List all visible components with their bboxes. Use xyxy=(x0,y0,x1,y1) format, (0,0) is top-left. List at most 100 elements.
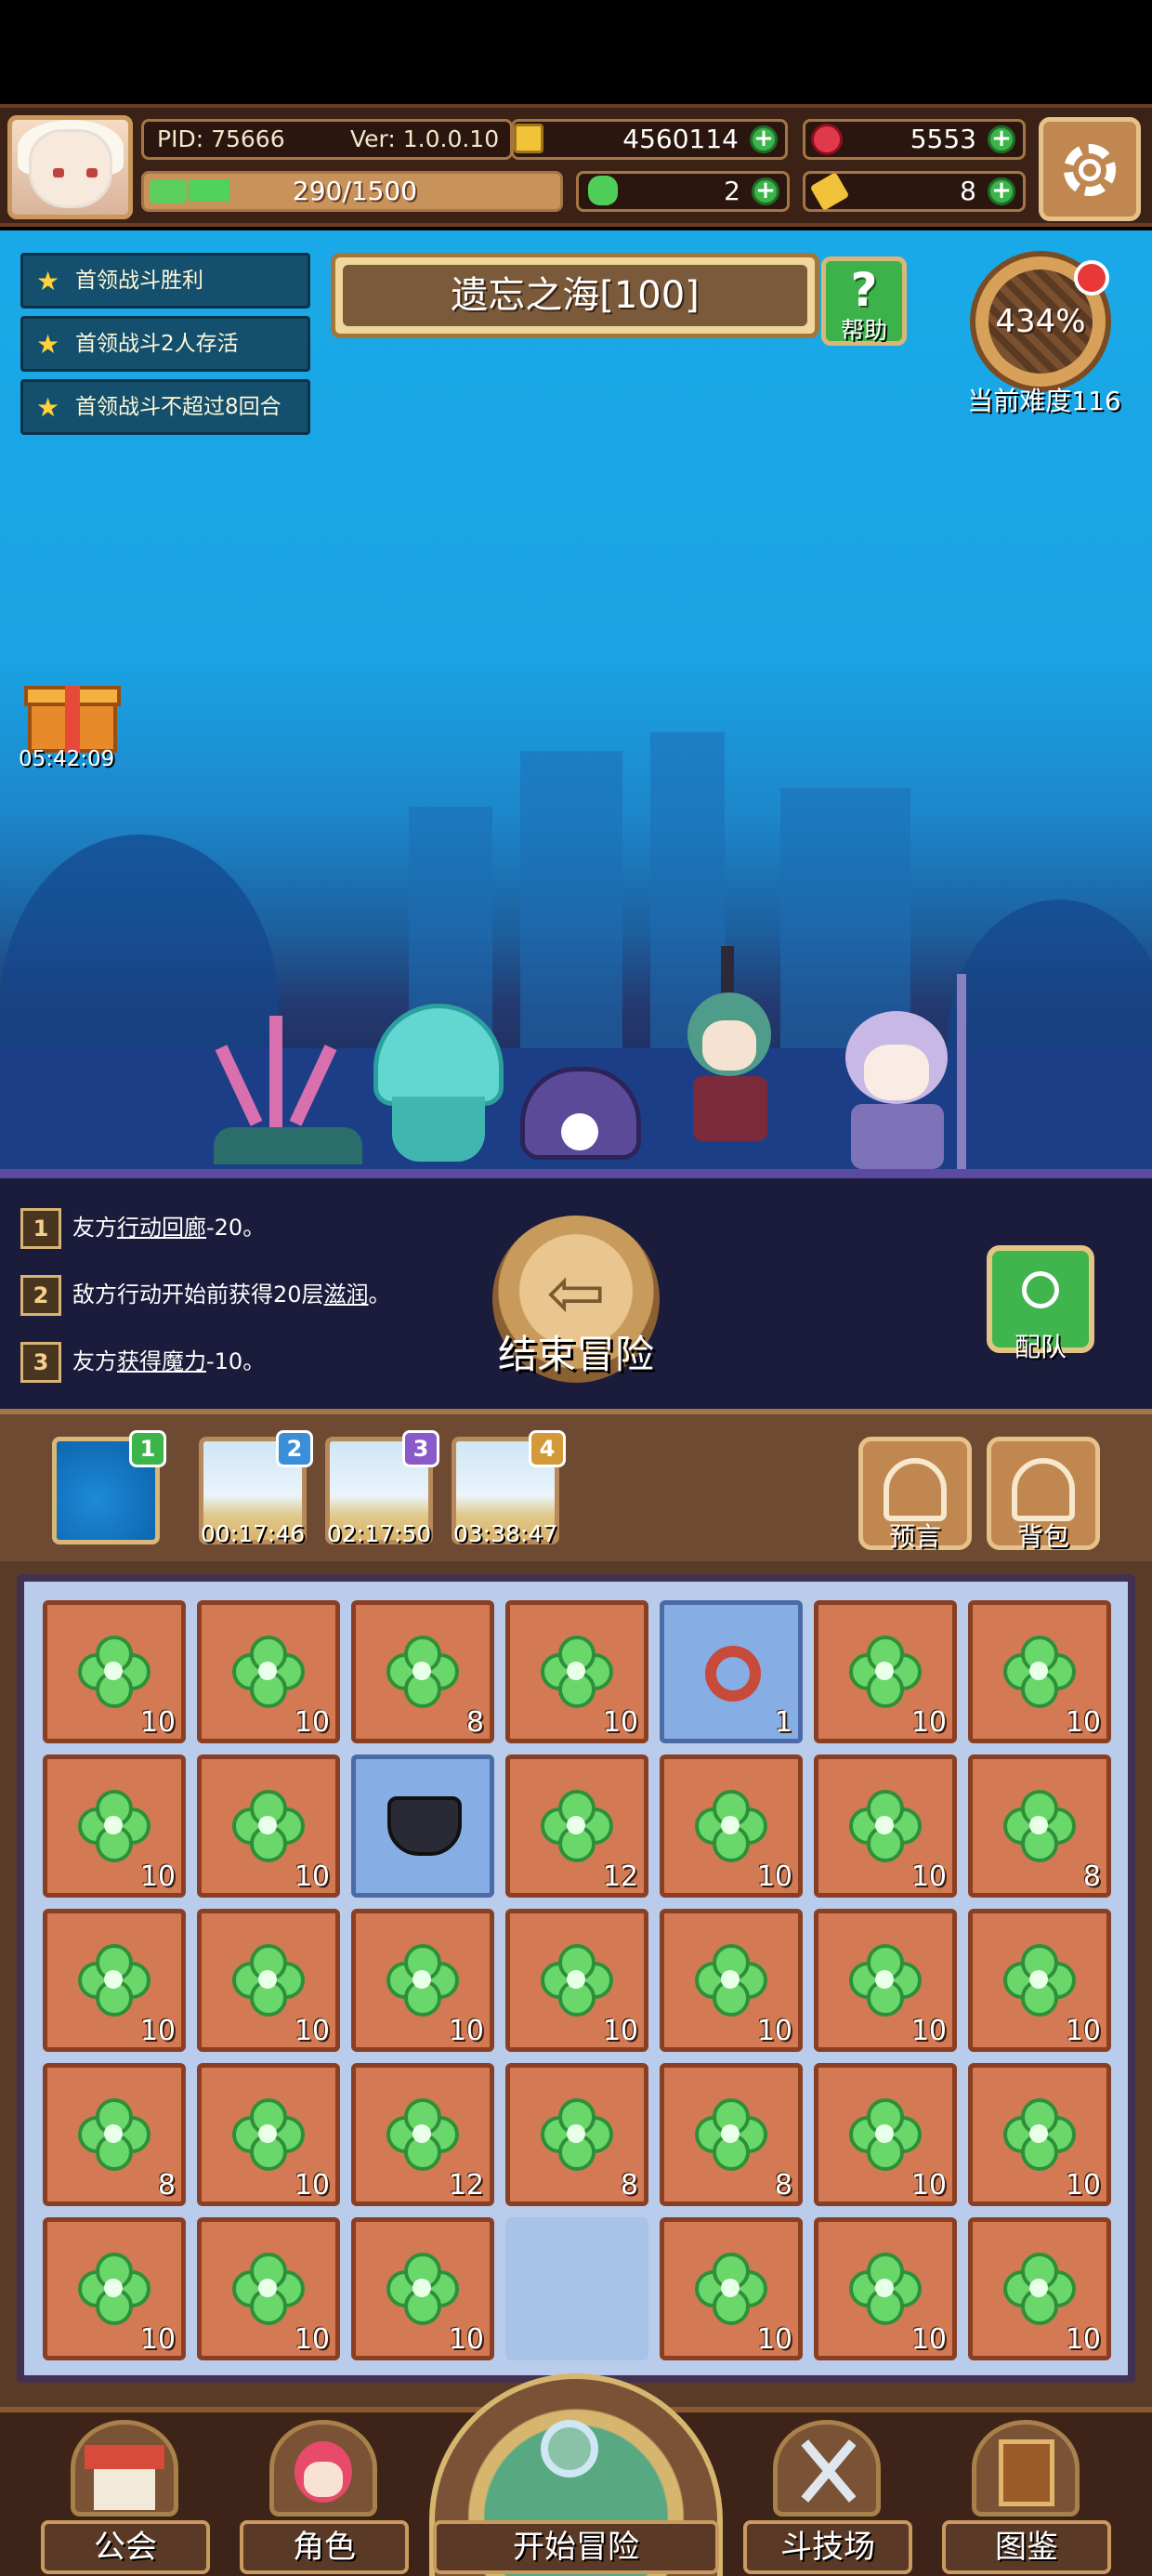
clam-enemy[interactable] xyxy=(520,1058,641,1169)
add-gold-icon[interactable]: + xyxy=(750,125,778,153)
gems-amount: 5553 xyxy=(910,124,976,154)
bottom-nav: 公会 角色 开始冒险 斗技场 图鉴 xyxy=(0,2373,1152,2576)
inventory-slot[interactable]: 10 xyxy=(197,1909,340,2052)
inventory-slot[interactable]: 10 xyxy=(814,1755,957,1898)
item-count: 10 xyxy=(139,2323,176,2356)
inventory-slot[interactable]: 10 xyxy=(660,1909,803,2052)
inventory-slot[interactable]: 10 xyxy=(197,1600,340,1743)
bunny-lancer-hero[interactable] xyxy=(818,974,1003,1169)
inventory-slot[interactable]: 10 xyxy=(814,2063,957,2206)
inventory-slot[interactable]: 10 xyxy=(814,1600,957,1743)
inventory-slot[interactable]: 12 xyxy=(505,1755,648,1898)
coral-branch xyxy=(215,1045,263,1126)
stage-slot-1[interactable]: 1 xyxy=(52,1430,166,1544)
inventory-slot[interactable]: 1 xyxy=(660,1600,803,1743)
effect-line: 3 友方获得魔力-10。 xyxy=(20,1342,265,1383)
add-clover-icon[interactable]: + xyxy=(752,177,779,205)
inventory-slot[interactable]: 10 xyxy=(814,1909,957,2052)
avatar-eye xyxy=(86,168,98,177)
nav-arena-label: 斗技场 xyxy=(743,2520,912,2574)
inventory-slot[interactable]: 10 xyxy=(351,2217,494,2360)
inventory-slot[interactable]: 10 xyxy=(43,1755,186,1898)
add-gems-icon[interactable]: + xyxy=(988,125,1015,153)
item-count: 8 xyxy=(620,2169,638,2201)
inventory-slot[interactable]: 12 xyxy=(351,2063,494,2206)
inventory-slot[interactable]: 10 xyxy=(197,1755,340,1898)
inventory-slot[interactable]: 10 xyxy=(351,1909,494,2052)
return-arrow-icon: ⇦ xyxy=(546,1251,606,1334)
item-count: 10 xyxy=(294,2015,330,2047)
inventory-slot[interactable]: 10 xyxy=(660,1755,803,1898)
cauldron-icon xyxy=(387,1796,462,1856)
version-text: Ver: 1.0.0.10 xyxy=(350,125,500,152)
inventory-slot[interactable]: 8 xyxy=(351,1600,494,1743)
settings-button[interactable] xyxy=(1039,117,1141,221)
nav-guild[interactable]: 公会 xyxy=(37,2412,214,2576)
inventory-slot[interactable]: 10 xyxy=(43,1909,186,2052)
quest-item[interactable]: ★ 首领战斗不超过8回合 xyxy=(20,379,310,435)
prophecy-label: 预言 xyxy=(888,1521,941,1552)
effect-text: -20。 xyxy=(206,1215,266,1241)
clover-icon xyxy=(849,1790,922,1862)
inventory-slot[interactable]: 10 xyxy=(43,2217,186,2360)
inventory-slot[interactable]: 8 xyxy=(660,2063,803,2206)
inventory-grid: 10 10 8 10 1 10 10 10 10 12 10 10 8 10 10 10 10 10 10 10 8 10… xyxy=(17,1574,1135,2383)
quest-item[interactable]: ★ 首领战斗2人存活 xyxy=(20,316,310,372)
item-count: 10 xyxy=(1065,1706,1101,1739)
nav-arena[interactable]: 斗技场 xyxy=(740,2412,916,2576)
item-count: 10 xyxy=(294,2169,330,2201)
clover-icon xyxy=(78,2098,151,2171)
stage-badge: 1 xyxy=(129,1430,166,1467)
inventory-slot[interactable]: 10 xyxy=(968,1909,1111,2052)
inventory-slot[interactable]: 8 xyxy=(505,2063,648,2206)
inventory-slot[interactable]: 8 xyxy=(968,1755,1111,1898)
nav-start-adventure[interactable]: 开始冒险 xyxy=(429,2373,723,2576)
item-count: 10 xyxy=(139,2015,176,2047)
nav-character[interactable]: 角色 xyxy=(236,2412,412,2576)
add-keys-icon[interactable]: + xyxy=(988,177,1015,205)
player-avatar[interactable] xyxy=(7,115,133,219)
inventory-slot[interactable]: 10 xyxy=(505,1909,648,2052)
effect-keyword-link[interactable]: 获得魔力 xyxy=(117,1348,206,1374)
gift-ribbon xyxy=(65,686,80,753)
inventory-slot[interactable] xyxy=(505,2217,648,2360)
backpack-label: 背包 xyxy=(1016,1521,1069,1552)
inventory-slot[interactable]: 10 xyxy=(197,2063,340,2206)
nav-codex[interactable]: 图鉴 xyxy=(938,2412,1115,2576)
inventory-slot[interactable]: 8 xyxy=(43,2063,186,2206)
item-count: 10 xyxy=(139,1706,176,1739)
clover-icon xyxy=(1003,2253,1076,2325)
gift-box-icon[interactable] xyxy=(24,677,121,753)
ground-line xyxy=(0,1169,1152,1178)
green-haired-hero[interactable] xyxy=(669,946,790,1169)
inventory-slot[interactable]: 10 xyxy=(43,1600,186,1743)
player-info-box: PID: 75666 Ver: 1.0.0.10 xyxy=(141,119,513,160)
effect-keyword-link[interactable]: 滋润 xyxy=(324,1281,369,1308)
book xyxy=(999,2439,1054,2506)
effect-text: -10。 xyxy=(206,1348,266,1374)
inventory-slot[interactable] xyxy=(351,1755,494,1898)
clover-icon xyxy=(1003,1790,1076,1862)
effect-text: 。 xyxy=(368,1281,391,1308)
item-count: 10 xyxy=(756,1860,792,1893)
inventory-slot[interactable]: 10 xyxy=(505,1600,648,1743)
clam-pearl xyxy=(561,1113,598,1150)
effect-text: 友方 xyxy=(72,1215,117,1241)
pink-coral-enemy[interactable] xyxy=(214,1006,362,1164)
clover-icon xyxy=(541,2098,613,2171)
inventory-slot[interactable]: 10 xyxy=(814,2217,957,2360)
jellyfish-enemy[interactable] xyxy=(364,1004,513,1171)
effect-number: 3 xyxy=(20,1342,61,1383)
inventory-slot[interactable]: 10 xyxy=(968,2063,1111,2206)
clover-icon xyxy=(1003,1636,1076,1708)
quest-item[interactable]: ★ 首领战斗胜利 xyxy=(20,253,310,309)
item-count: 10 xyxy=(910,1706,947,1739)
inventory-slot[interactable]: 10 xyxy=(968,2217,1111,2360)
inventory-slot[interactable]: 10 xyxy=(968,1600,1111,1743)
inventory-slot[interactable]: 10 xyxy=(660,2217,803,2360)
effect-keyword-link[interactable]: 行动回廊 xyxy=(117,1215,206,1241)
inventory-slot[interactable]: 10 xyxy=(197,2217,340,2360)
clover-icon xyxy=(695,1944,767,2017)
item-count: 10 xyxy=(294,2323,330,2356)
item-count: 10 xyxy=(910,2169,947,2201)
